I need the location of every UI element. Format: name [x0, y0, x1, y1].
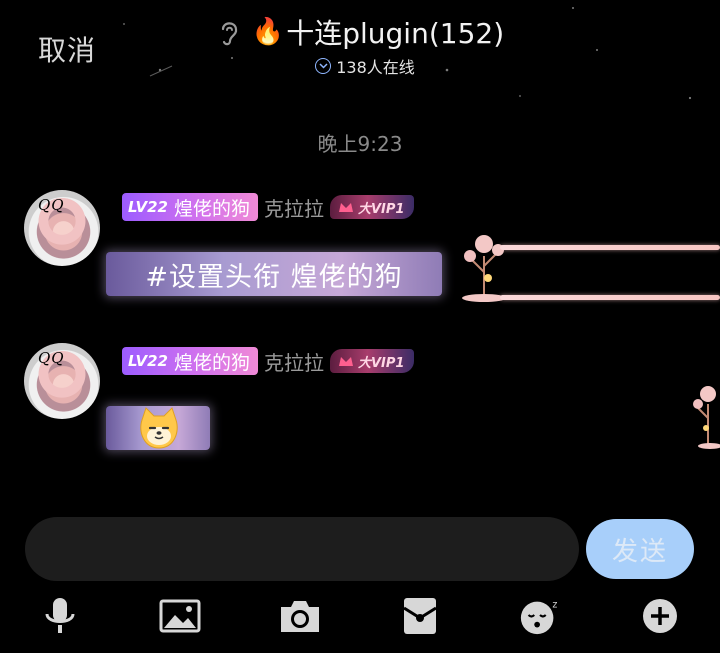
- camera-icon: [281, 601, 319, 632]
- online-count-label: 138人在线: [336, 58, 415, 77]
- red-packet-button[interactable]: [398, 594, 442, 638]
- chat-title-bar[interactable]: 🔥 十连plugin(152): [200, 12, 520, 52]
- crown-icon: [339, 357, 353, 366]
- vip-label: 大VIP1: [358, 201, 405, 217]
- svg-text:z: z: [552, 599, 557, 610]
- input-toolbar: z: [0, 594, 720, 642]
- group-title-badge[interactable]: LV22 煌佬的狗: [122, 193, 258, 221]
- fire-icon: 🔥: [251, 17, 285, 47]
- emoji-icon: z: [520, 599, 557, 635]
- crown-icon: [339, 203, 353, 212]
- group-title: 🔥 十连plugin(152): [252, 12, 504, 52]
- image-icon: [159, 599, 201, 633]
- bubble-decoration-line: [500, 295, 720, 300]
- image-button[interactable]: [158, 594, 202, 638]
- title-badge-text: 煌佬的狗: [173, 351, 250, 374]
- send-button[interactable]: 发送: [586, 519, 694, 579]
- vip-badge[interactable]: 大VIP1: [330, 349, 415, 373]
- avatar[interactable]: QQ: [24, 343, 100, 419]
- level-label: LV22: [128, 352, 168, 370]
- group-name: 十连plugin(152): [286, 17, 505, 50]
- online-count[interactable]: 138人在线: [260, 55, 470, 77]
- plus-icon: [643, 599, 677, 633]
- sender-info: LV22 煌佬的狗 克拉拉 大VIP1: [122, 192, 415, 222]
- cancel-button[interactable]: 取消: [38, 29, 96, 69]
- vip-badge[interactable]: 大VIP1: [330, 195, 415, 219]
- level-label: LV22: [128, 198, 168, 216]
- message-text: #设置头衔 煌佬的狗: [145, 261, 403, 293]
- microphone-icon: [45, 598, 75, 633]
- camera-button[interactable]: [278, 594, 322, 638]
- vip-label: 大VIP1: [358, 355, 405, 371]
- message-bubble[interactable]: [106, 406, 210, 450]
- avatar-frame-text: QQ: [38, 349, 65, 367]
- chat-screen: 取消 🔥 十连plugin(152) 138人在线 晚上9:23 QQ LV22…: [0, 0, 720, 653]
- message-input[interactable]: [25, 517, 579, 581]
- sender-nickname[interactable]: 克拉拉: [264, 193, 324, 222]
- sender-nickname[interactable]: 克拉拉: [264, 347, 324, 376]
- message-timestamp: 晚上9:23: [317, 132, 403, 156]
- cat-sticker-icon: [140, 407, 178, 449]
- flower-branch-icon: [462, 235, 506, 302]
- title-badge-text: 煌佬的狗: [173, 197, 250, 220]
- flower-branch-icon: [693, 386, 720, 449]
- group-title-badge[interactable]: LV22 煌佬的狗: [122, 347, 258, 375]
- plus-button[interactable]: [638, 594, 682, 638]
- avatar-frame-text: QQ: [38, 196, 65, 214]
- ear-icon[interactable]: [216, 17, 242, 47]
- microphone-button[interactable]: [38, 594, 82, 638]
- chevron-down-icon: [315, 58, 332, 74]
- avatar[interactable]: QQ: [24, 190, 100, 266]
- emoji-button[interactable]: z: [518, 594, 562, 638]
- bubble-decoration-line: [500, 245, 720, 250]
- red-packet-icon: [403, 598, 437, 634]
- message-bubble[interactable]: #设置头衔 煌佬的狗: [106, 252, 442, 296]
- sender-info: LV22 煌佬的狗 克拉拉 大VIP1: [122, 346, 415, 376]
